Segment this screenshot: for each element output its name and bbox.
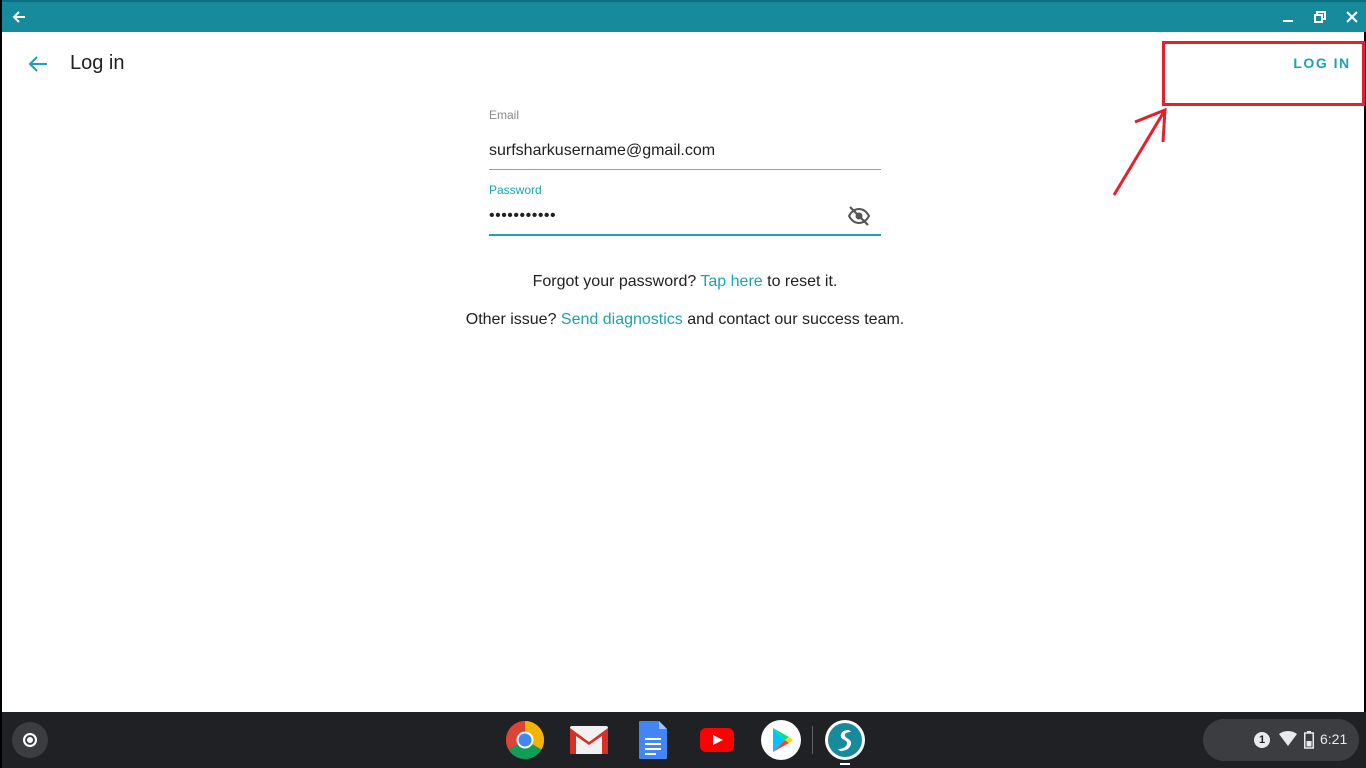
page-title: Log in [70,52,125,74]
forgot-suffix: to reset it. [767,273,838,290]
clock-time: 6:21 [1320,731,1348,747]
email-label: Email [489,108,520,122]
minimize-icon [1283,20,1293,22]
gmail-icon [570,726,608,754]
send-diagnostics-link[interactable]: Send diagnostics [561,311,683,328]
forgot-prefix: Forgot your password? [532,273,697,290]
restore-icon [1314,11,1326,23]
forgot-password-line: Forgot your password? Tap here to reset … [2,273,1366,291]
password-label: Password [489,183,542,197]
status-tray[interactable]: 1 6:21 [1203,719,1359,761]
play-store-icon [761,720,801,760]
password-visibility-toggle[interactable] [847,205,873,227]
diagnostics-line: Other issue? Send diagnostics and contac… [2,311,1366,329]
youtube-icon [700,728,734,752]
shelf-app-surfshark[interactable] [824,719,866,761]
window-titlebar [2,0,1366,32]
shelf-app-docs[interactable] [632,719,674,761]
chrome-icon [505,720,545,760]
window-back-button[interactable] [8,7,30,27]
other-prefix: Other issue? [465,311,557,328]
login-form: Email surfsharkusername@gmail.com Passwo… [489,108,881,243]
eye-off-icon [847,206,871,226]
password-field[interactable]: Password ••••••••••• [489,183,881,243]
password-input[interactable]: ••••••••••• [489,207,556,225]
back-button[interactable] [22,52,54,76]
launcher-icon [23,733,37,747]
password-underline [489,234,881,236]
annotation-highlight-box [1162,41,1365,106]
shelf-divider [812,726,813,754]
notification-count-badge: 1 [1254,732,1270,748]
wifi-icon [1279,731,1297,746]
docs-icon [639,721,667,759]
launcher-button[interactable] [12,722,48,758]
shelf-app-youtube[interactable] [696,719,738,761]
surfshark-icon [825,720,865,760]
os-shelf: 1 6:21 [2,712,1366,768]
other-suffix: and contact our success team. [687,311,905,328]
battery-icon [1304,731,1314,749]
window-restore-button[interactable] [1309,7,1331,27]
shelf-app-play-store[interactable] [760,719,802,761]
annotation-arrow [1112,107,1167,196]
close-icon [1346,11,1358,23]
shelf-app-gmail[interactable] [568,719,610,761]
active-app-indicator [840,763,850,765]
arrow-left-icon [12,11,25,23]
app-window: Log in LOG IN Email surfsharkusername@gm… [0,0,1366,768]
reset-password-link[interactable]: Tap here [700,273,762,290]
window-close-button[interactable] [1341,7,1363,27]
shelf-app-chrome[interactable] [504,719,546,761]
email-field[interactable]: Email surfsharkusername@gmail.com [489,108,881,170]
window-minimize-button[interactable] [1277,7,1299,27]
email-input[interactable]: surfsharkusername@gmail.com [489,142,715,160]
arrow-left-icon [28,56,47,72]
email-underline [489,169,881,170]
